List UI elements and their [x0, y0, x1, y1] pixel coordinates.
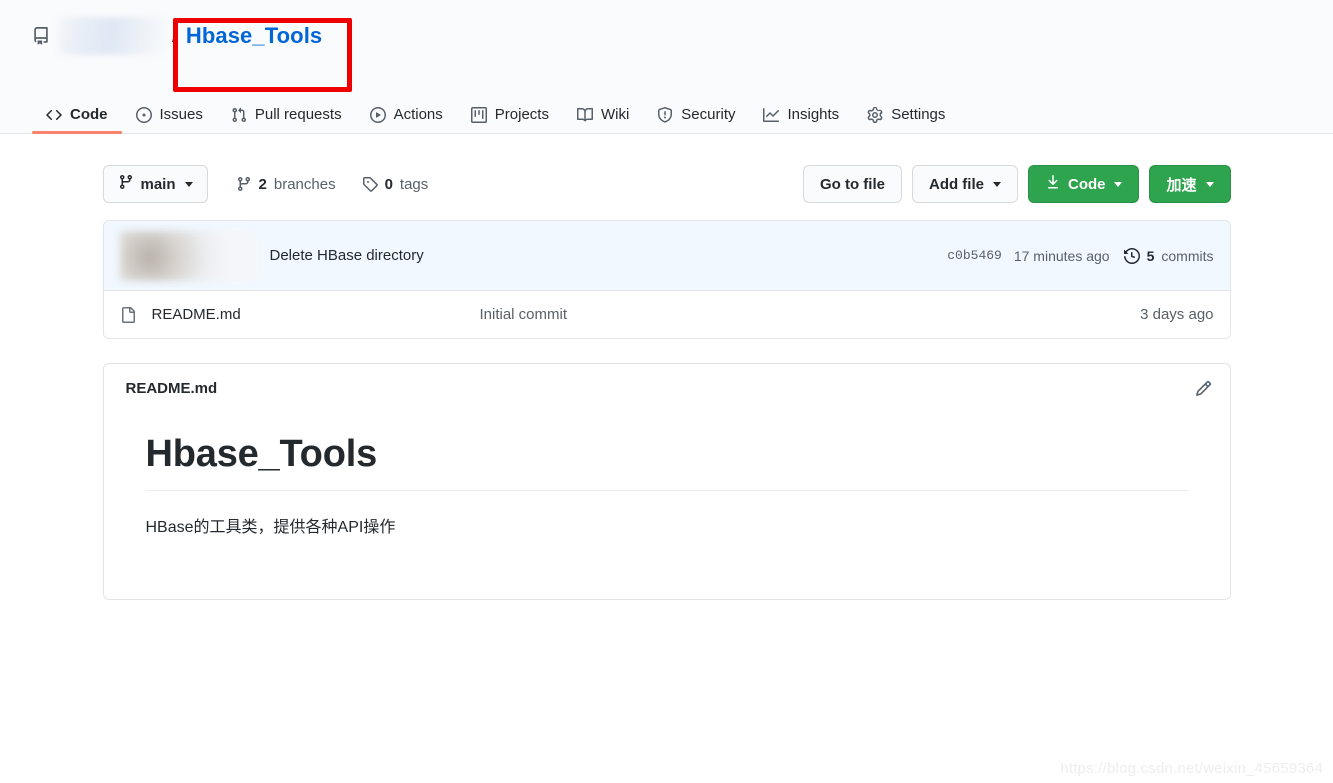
tab-insights-label: Insights [787, 106, 840, 123]
chevron-down-icon [1205, 181, 1214, 187]
git-pull-request-icon [231, 107, 247, 123]
add-file-label: Add file [928, 175, 984, 193]
play-circle-icon [369, 106, 386, 123]
accelerate-button[interactable]: 加速 [1149, 165, 1231, 203]
branches-count-link[interactable]: 2 branches [236, 176, 336, 193]
file-icon [120, 306, 136, 323]
tab-actions[interactable]: Actions [356, 106, 457, 134]
breadcrumb-separator: / [172, 24, 178, 47]
file-commit-message[interactable]: Initial commit [480, 306, 1141, 323]
branches-count: 2 [258, 175, 267, 193]
latest-commit-row: Delete HBase directory c0b5469 17 minute… [103, 221, 1230, 291]
code-button-label: Code [1067, 175, 1106, 193]
branch-bar: main 2 branches 0 tags Go to file Add fi… [102, 164, 1231, 204]
tab-pull-requests-label: Pull requests [254, 106, 342, 123]
tab-settings-label: Settings [891, 106, 946, 123]
file-listing-box: Delete HBase directory c0b5469 17 minute… [102, 220, 1231, 339]
go-to-file-label: Go to file [819, 175, 885, 193]
main-content: main 2 branches 0 tags Go to file Add fi… [102, 134, 1231, 600]
gear-icon [867, 106, 883, 123]
tab-projects[interactable]: Projects [457, 106, 563, 134]
tags-count-link[interactable]: 0 tags [362, 175, 429, 193]
project-board-icon [470, 106, 487, 123]
watermark-text: https://blog.csdn.net/weixin_45659364 [1060, 760, 1323, 777]
readme-heading: Hbase_Tools [145, 433, 1188, 491]
owner-name-blurred[interactable] [58, 17, 166, 55]
shield-icon [657, 106, 673, 123]
go-to-file-button[interactable]: Go to file [802, 165, 902, 203]
file-commit-time: 3 days ago [1140, 306, 1214, 323]
repo-title-row: / Hbase_Tools [32, 0, 1301, 72]
commits-label: commits [1161, 247, 1214, 264]
commit-time: 17 minutes ago [1013, 247, 1110, 264]
readme-paragraph: HBase的工具类，提供各种API操作 [145, 519, 396, 536]
git-branch-icon [236, 176, 252, 192]
commit-author-blurred[interactable] [119, 230, 256, 281]
branch-selector-button[interactable]: main [102, 165, 208, 203]
tab-code-label: Code [70, 106, 108, 123]
commit-sha[interactable]: c0b5469 [947, 248, 1002, 263]
tags-count: 0 [384, 175, 393, 193]
tab-issues-label: Issues [159, 106, 203, 123]
chevron-down-icon [184, 181, 193, 187]
repo-nav-tabs: Code Issues Pull requests Actions Projec… [0, 88, 1333, 134]
commits-count-link[interactable]: 5 commits [1123, 247, 1214, 264]
repo-action-buttons: Go to file Add file Code 加速 [802, 165, 1231, 203]
pencil-icon[interactable] [1195, 380, 1212, 397]
tab-projects-label: Projects [494, 106, 549, 123]
repo-header: / Hbase_Tools [0, 0, 1333, 92]
graph-icon [763, 107, 780, 123]
tag-icon [362, 176, 378, 192]
issue-opened-icon [135, 106, 152, 123]
branches-label: branches [273, 175, 336, 193]
accelerate-label: 加速 [1166, 176, 1197, 194]
chevron-down-icon [1114, 181, 1123, 187]
code-download-button[interactable]: Code [1027, 165, 1140, 203]
tab-security[interactable]: Security [643, 106, 749, 134]
branch-name-label: main [140, 175, 176, 193]
tab-security-label: Security [681, 106, 736, 123]
file-name-link[interactable]: README.md [152, 306, 480, 323]
book-icon [576, 107, 593, 123]
readme-panel-title: README.md [125, 380, 218, 397]
tags-label: tags [399, 175, 429, 193]
chevron-down-icon [992, 181, 1001, 187]
repo-icon [32, 27, 50, 45]
branch-meta: 2 branches 0 tags [236, 175, 429, 193]
commit-meta: c0b5469 17 minutes ago [947, 248, 1109, 264]
add-file-button[interactable]: Add file [911, 165, 1018, 203]
tab-settings[interactable]: Settings [853, 106, 959, 134]
git-branch-icon [118, 174, 134, 194]
readme-content: Hbase_Tools HBase的工具类，提供各种API操作 [104, 407, 1230, 599]
tab-wiki[interactable]: Wiki [563, 106, 643, 134]
tab-insights[interactable]: Insights [749, 106, 853, 134]
tab-pull-requests[interactable]: Pull requests [217, 106, 356, 134]
readme-panel-header: README.md [104, 364, 1230, 407]
repo-name-link[interactable]: Hbase_Tools [186, 23, 322, 49]
readme-panel: README.md Hbase_Tools HBase的工具类，提供各种API操… [102, 363, 1231, 600]
table-row[interactable]: README.md Initial commit 3 days ago [103, 291, 1230, 338]
tab-wiki-label: Wiki [600, 106, 630, 123]
code-icon [46, 107, 62, 123]
tab-actions-label: Actions [393, 106, 443, 123]
tab-code[interactable]: Code [32, 106, 122, 134]
download-icon [1045, 174, 1061, 194]
history-icon [1123, 247, 1140, 264]
tab-issues[interactable]: Issues [122, 106, 217, 134]
commits-count-value: 5 [1146, 247, 1155, 264]
commit-message[interactable]: Delete HBase directory [270, 247, 424, 264]
